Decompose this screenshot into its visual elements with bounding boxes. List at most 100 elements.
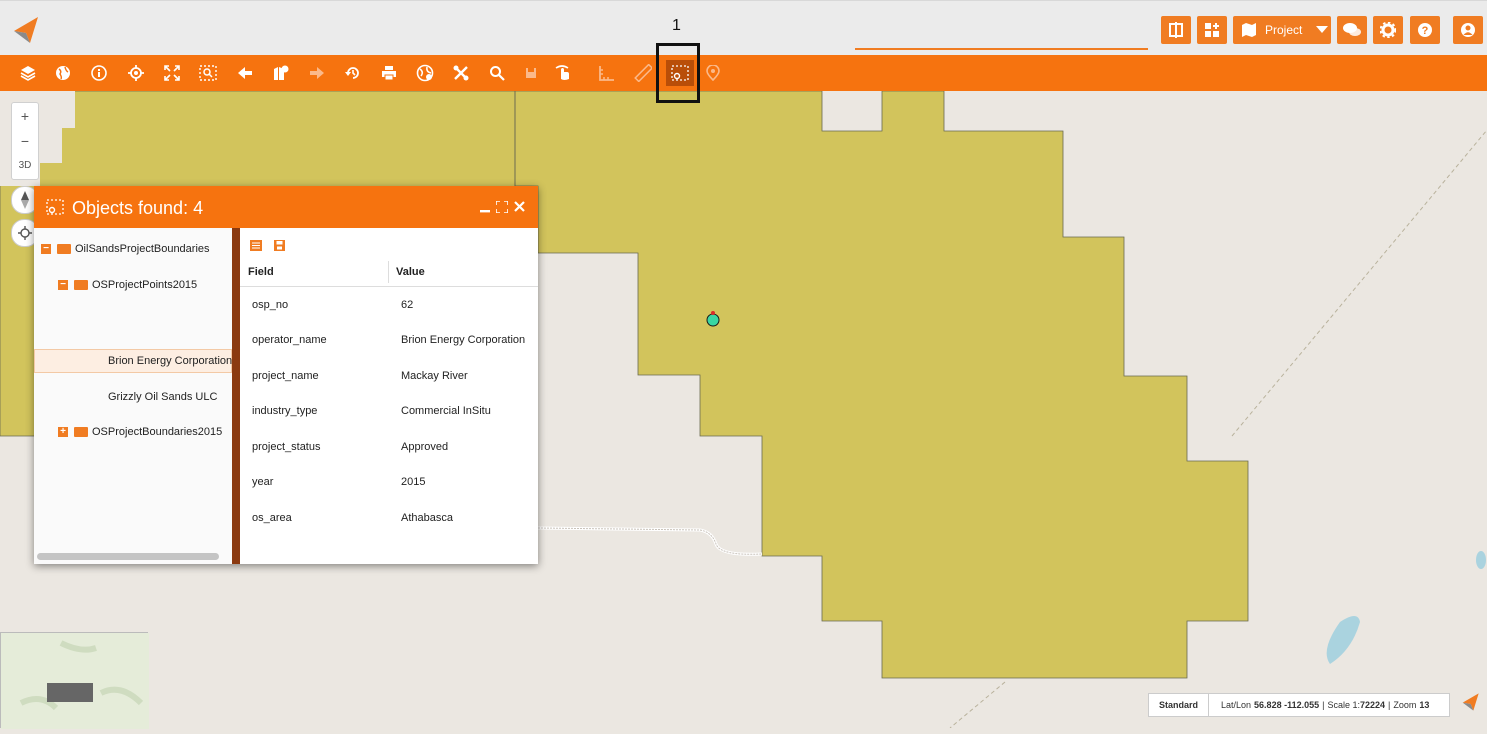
zoom-selection-icon <box>199 65 217 81</box>
info-icon <box>91 65 107 81</box>
scale-label: Scale 1: <box>1327 700 1360 710</box>
collapse-icon[interactable]: − <box>41 244 51 254</box>
basemap-switch[interactable]: Standard <box>1149 694 1210 716</box>
compass-icon <box>21 191 29 209</box>
collapse-icon[interactable]: − <box>58 280 68 290</box>
tree-item-grizzly[interactable]: Grizzly Oil Sands ULC <box>108 391 217 403</box>
tree-horizontal-scrollbar[interactable] <box>37 553 219 560</box>
field-cell: project_name <box>252 370 319 382</box>
project-label: Project <box>1265 23 1303 37</box>
tool-locate[interactable] <box>120 55 152 91</box>
app-logo-icon[interactable] <box>10 15 40 45</box>
user-button[interactable] <box>1453 16 1483 44</box>
back-icon <box>238 67 252 79</box>
3d-toggle-button[interactable]: 3D <box>12 153 38 178</box>
progress-underline <box>855 48 1148 50</box>
tree-node-root[interactable]: − OilSandsProjectBoundaries <box>41 243 210 255</box>
scale-value: 72224 <box>1359 700 1386 710</box>
tool-print[interactable] <box>373 55 405 91</box>
basemap-icon <box>416 64 434 82</box>
field-cell: project_status <box>252 441 321 453</box>
history-icon <box>345 67 359 79</box>
field-cell: osp_no <box>252 299 289 311</box>
touch-icon <box>555 65 569 80</box>
attributes-header: Field Value <box>240 258 538 287</box>
zoom-out-button[interactable]: − <box>12 128 38 153</box>
tool-touch[interactable] <box>548 55 580 91</box>
dialog-title: Objects found: 4 <box>72 198 204 218</box>
value-cell: Mackay River <box>401 370 468 382</box>
location-pin-icon <box>706 65 720 81</box>
attributes-panel: Field Value osp_no 62 operator_name Brion … <box>240 228 538 564</box>
layers-icon <box>20 66 36 81</box>
tool-back[interactable] <box>229 55 261 91</box>
close-icon[interactable] <box>514 201 525 212</box>
app-logo-small-icon <box>1462 693 1479 711</box>
maximize-icon[interactable] <box>496 201 508 213</box>
compare-button[interactable] <box>1161 16 1191 44</box>
fullscreen-icon <box>164 65 180 81</box>
dialog-header[interactable]: Objects found: 4 <box>34 186 538 228</box>
zoom-control: + − 3D <box>11 102 39 180</box>
table-row: operator_name Brion Energy Corporation <box>240 322 538 357</box>
tool-fullscreen[interactable] <box>156 55 188 91</box>
tool-basemap[interactable] <box>409 55 441 91</box>
zoom-in-button[interactable]: + <box>12 103 38 128</box>
help-button[interactable]: ? <box>1410 16 1440 44</box>
tool-bookmark[interactable] <box>265 55 297 91</box>
top-bar: Project ? <box>0 0 1487 55</box>
chevron-down-icon <box>1316 26 1329 33</box>
expand-icon[interactable]: + <box>58 427 68 437</box>
panel-splitter[interactable] <box>232 228 240 564</box>
table-row: project_name Mackay River <box>240 358 538 393</box>
table-view-icon[interactable] <box>250 240 262 251</box>
bookmark-icon <box>274 65 289 80</box>
tool-layers[interactable] <box>12 55 44 91</box>
tool-tools[interactable] <box>445 55 477 91</box>
add-widget-button[interactable] <box>1197 16 1227 44</box>
tree-node-group1[interactable]: − OSProjectPoints2015 <box>58 279 197 291</box>
tree-item-brion[interactable]: Brion Energy Corporation <box>108 355 232 367</box>
value-cell: Brion Energy Corporation <box>401 334 526 346</box>
tool-history[interactable] <box>337 55 369 91</box>
minimize-icon[interactable] <box>480 201 490 213</box>
search-icon <box>490 66 505 81</box>
tool-search[interactable] <box>481 55 513 91</box>
help-icon: ? <box>1418 23 1432 37</box>
tool-location-pin[interactable] <box>697 55 729 91</box>
forward-icon <box>310 67 324 79</box>
locate-icon <box>128 65 144 81</box>
tool-forward[interactable] <box>301 55 333 91</box>
tree-label-item2: Grizzly Oil Sands ULC <box>108 391 218 403</box>
tree-node-group2[interactable]: + OSProjectBoundaries2015 <box>58 426 222 438</box>
zoom-value: 13 <box>1419 700 1430 710</box>
table-row: year 2015 <box>240 464 538 499</box>
map-icon <box>1242 23 1256 37</box>
user-icon <box>1461 23 1475 37</box>
settings-button[interactable] <box>1373 16 1403 44</box>
tool-save[interactable] <box>515 55 547 91</box>
tool-zoom-selection[interactable] <box>192 55 224 91</box>
folder-open-icon <box>57 244 71 254</box>
tool-measure-area[interactable] <box>591 55 623 91</box>
value-cell: Approved <box>401 441 449 453</box>
tool-info[interactable] <box>83 55 115 91</box>
value-cell: Commercial InSitu <box>401 405 491 417</box>
table-row: os_area Athabasca <box>240 500 538 535</box>
tool-globe[interactable] <box>47 55 79 91</box>
chat-button[interactable] <box>1337 16 1367 44</box>
objects-found-dialog: Objects found: 4 − OilSandsProjectBounda… <box>34 186 538 564</box>
project-dropdown[interactable]: Project <box>1233 16 1331 44</box>
save-icon[interactable] <box>274 240 285 251</box>
column-header-field[interactable]: Field <box>248 266 274 278</box>
value-cell: 2015 <box>401 476 426 488</box>
tool-measure-line[interactable] <box>627 55 659 91</box>
overview-minimap[interactable] <box>0 632 149 729</box>
column-divider <box>388 261 389 283</box>
globe-icon <box>56 66 70 80</box>
tree-label-root: OilSandsProjectBoundaries <box>75 243 210 255</box>
svg-text:?: ? <box>1422 25 1429 37</box>
zoom-label: Zoom <box>1393 700 1417 710</box>
column-header-value[interactable]: Value <box>396 266 425 278</box>
value-cell: 62 <box>401 299 414 311</box>
